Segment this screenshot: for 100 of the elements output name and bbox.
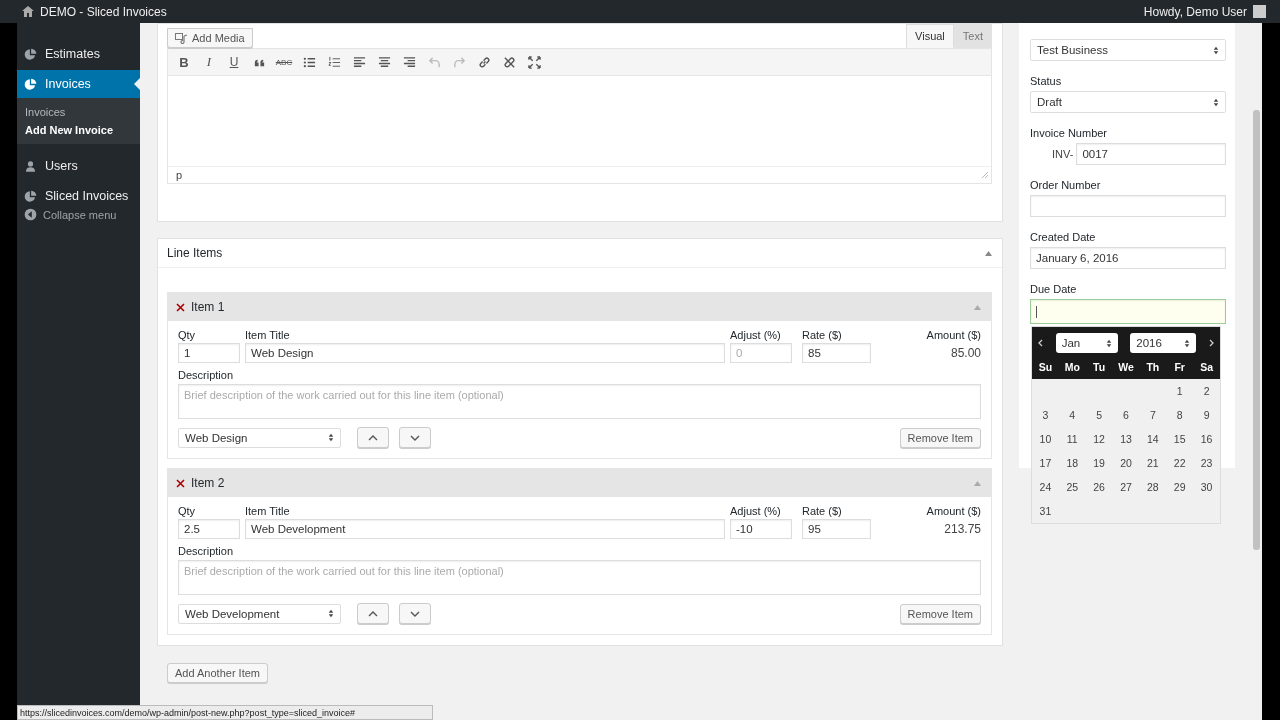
editor-tab[interactable]: Text <box>953 24 992 48</box>
dropdown[interactable]: Draft <box>1030 91 1226 113</box>
calendar-day[interactable]: 21 <box>1139 457 1167 469</box>
calendar-day[interactable]: 6 <box>1112 409 1140 421</box>
rate-field[interactable]: 95 <box>802 519 871 539</box>
collapse-arrow-icon[interactable] <box>985 250 992 256</box>
qty-field[interactable]: 1 <box>178 343 240 363</box>
chevron-down-icon <box>410 610 420 617</box>
amount-value: 85.00 <box>949 346 981 360</box>
collapse-menu-button[interactable]: Collapse menu <box>17 208 140 221</box>
home-icon[interactable] <box>22 6 34 17</box>
weekday-label: Sa <box>1199 361 1214 373</box>
calendar-day[interactable]: 19 <box>1085 457 1113 469</box>
calendar-day[interactable]: 16 <box>1193 433 1220 445</box>
add-media-button[interactable]: Add Media <box>167 28 253 48</box>
pie-chart-icon <box>24 77 37 91</box>
calendar-day[interactable]: 3 <box>1032 409 1059 421</box>
calendar-day[interactable]: 17 <box>1032 457 1059 469</box>
select-arrows-icon <box>328 433 334 442</box>
scrollbar-thumb[interactable] <box>1252 110 1260 550</box>
calendar-day[interactable]: 30 <box>1193 481 1220 493</box>
menu-item[interactable]: Estimates <box>17 40 140 68</box>
calendar-day[interactable]: 18 <box>1058 457 1086 469</box>
calendar-day[interactable]: 2 <box>1193 385 1220 397</box>
item-type-select[interactable]: Web Design <box>178 427 341 448</box>
month-select[interactable]: Jan <box>1055 333 1118 353</box>
add-another-item-button[interactable]: Add Another Item <box>167 663 268 683</box>
amount-value: 213.75 <box>943 522 981 536</box>
adjust-field[interactable]: -10 <box>730 519 792 539</box>
field-label: Item Title <box>245 505 291 517</box>
greeting[interactable]: Howdy, Demo User <box>1143 4 1247 19</box>
item-type-select[interactable]: Web Development <box>178 603 341 624</box>
calendar-day[interactable]: 20 <box>1112 457 1140 469</box>
select-arrows-icon <box>1213 45 1219 55</box>
delete-icon[interactable] <box>176 478 185 488</box>
item-heading: Item 1 <box>191 300 225 314</box>
calendar-day[interactable]: 13 <box>1112 433 1140 445</box>
calendar-day[interactable]: 26 <box>1085 481 1113 493</box>
calendar-day[interactable]: 10 <box>1032 433 1059 445</box>
item-title-field[interactable]: Web Design <box>245 343 725 363</box>
calendar-day[interactable]: 5 <box>1085 409 1113 421</box>
calendar-day[interactable]: 1 <box>1166 385 1194 397</box>
input-field[interactable] <box>1030 299 1226 324</box>
input-field[interactable]: January 6, 2016 <box>1030 247 1226 269</box>
previous-icon[interactable] <box>1038 339 1043 347</box>
site-title[interactable]: DEMO - Sliced Invoices <box>40 4 167 19</box>
calendar-day[interactable]: 9 <box>1193 409 1220 421</box>
strikethrough-button[interactable]: ABC <box>274 52 294 72</box>
editor-tab[interactable]: Visual <box>906 24 954 48</box>
calendar-day[interactable]: 8 <box>1166 409 1194 421</box>
field-label: Qty <box>178 329 197 341</box>
calendar-day[interactable]: 24 <box>1032 481 1059 493</box>
remove-item-button[interactable]: Remove Item <box>899 427 981 448</box>
menu-item[interactable]: Sliced Invoices <box>17 182 140 210</box>
field-label: Created Date <box>1030 231 1097 243</box>
calendar-day[interactable]: 31 <box>1032 505 1059 517</box>
bold-button[interactable]: B <box>174 52 194 72</box>
year-select[interactable]: 2016 <box>1130 333 1197 353</box>
remove-item-button[interactable]: Remove Item <box>899 603 981 624</box>
calendar-day[interactable]: 11 <box>1058 433 1086 445</box>
chevron-down-icon <box>410 434 420 441</box>
calendar-day[interactable]: 4 <box>1058 409 1086 421</box>
italic-button[interactable]: I <box>199 52 219 72</box>
calendar-day[interactable]: 23 <box>1193 457 1220 469</box>
qty-field[interactable]: 2.5 <box>178 519 240 539</box>
submenu-item[interactable]: Invoices <box>17 103 140 121</box>
select-arrows-icon <box>328 609 334 618</box>
field-label: Amount ($) <box>925 505 981 517</box>
submenu-item[interactable]: Add New Invoice <box>17 121 140 139</box>
status-url: https://slicedinvoices.com/demo/wp-admin/post-new.php?post_type=sliced_invoice# <box>17 705 433 720</box>
calendar-day[interactable]: 22 <box>1166 457 1194 469</box>
item-title-field[interactable]: Web Development <box>245 519 725 539</box>
calendar-day[interactable]: 7 <box>1139 409 1167 421</box>
field-label: Description <box>178 369 235 381</box>
pie-chart-icon <box>24 189 37 203</box>
field-label: Amount ($) <box>925 329 981 341</box>
menu-item[interactable]: Invoices <box>17 70 140 98</box>
delete-icon[interactable] <box>176 302 185 312</box>
calendar-day[interactable]: 14 <box>1139 433 1167 445</box>
input-field[interactable] <box>1030 195 1226 217</box>
invoice-number-field[interactable]: 0017 <box>1076 143 1226 165</box>
item-heading: Item 2 <box>191 476 225 490</box>
calendar-day[interactable]: 27 <box>1112 481 1140 493</box>
field-label: Due Date <box>1030 283 1078 295</box>
rate-field[interactable]: 85 <box>802 343 871 363</box>
menu-item[interactable]: Users <box>17 152 140 180</box>
calendar-day[interactable]: 15 <box>1166 433 1194 445</box>
dropdown[interactable]: Test Business <box>1030 39 1226 61</box>
select-arrows-icon <box>1184 338 1191 348</box>
calendar-day[interactable]: 25 <box>1058 481 1086 493</box>
field-label: Description <box>178 545 235 557</box>
resize-handle-icon[interactable] <box>981 171 989 179</box>
field-label: Item Title <box>245 329 291 341</box>
calendar-day[interactable]: 29 <box>1166 481 1194 493</box>
calendar-day[interactable]: 12 <box>1085 433 1113 445</box>
underline-button[interactable]: U <box>224 52 244 72</box>
next-icon[interactable] <box>1208 339 1214 347</box>
calendar-day[interactable]: 28 <box>1139 481 1167 493</box>
panel-title: Line Items <box>167 246 223 260</box>
element-path: p <box>176 169 183 181</box>
